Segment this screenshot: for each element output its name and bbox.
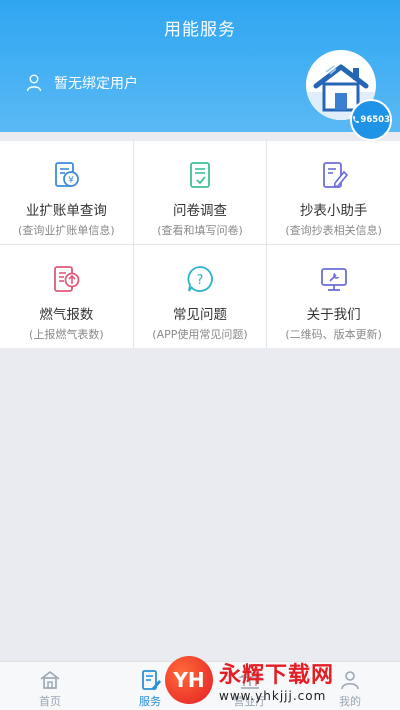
service-gas-report[interactable]: 燃气报数 (上报燃气表数) xyxy=(0,245,133,348)
service-meter-reading[interactable]: 抄表小助手 (查询抄表相关信息) xyxy=(267,141,400,244)
site-watermark: YH 永辉下载网 www.yhkjjj.com xyxy=(165,650,390,710)
service-title: 燃气报数 xyxy=(39,307,94,323)
service-subtitle: (查询抄表相关信息) xyxy=(285,224,382,237)
service-about[interactable]: 关于我们 (二维码、版本更新) xyxy=(267,245,400,348)
service-subtitle: (查看和填写问卷) xyxy=(157,224,243,237)
service-business-bill[interactable]: ¥ 业扩账单查询 (查询业扩账单信息) xyxy=(0,141,133,244)
service-subtitle: (APP使用常见问题) xyxy=(152,328,248,341)
user-status-label: 暂无绑定用户 xyxy=(54,76,138,92)
faq-icon: ? xyxy=(185,264,215,294)
bill-icon: ¥ xyxy=(51,160,81,190)
service-subtitle: (二维码、版本更新) xyxy=(285,328,382,341)
service-survey[interactable]: 问卷调查 (查看和填写问卷) xyxy=(133,141,267,244)
svg-text:¥: ¥ xyxy=(68,176,74,186)
svg-text:?: ? xyxy=(197,273,204,288)
service-title: 关于我们 xyxy=(306,307,361,323)
header-banner: 用能服务 暂无绑定用户 96503 xyxy=(0,0,400,141)
service-title: 业扩账单查询 xyxy=(25,203,107,219)
hotline-button[interactable]: 96503 xyxy=(350,99,392,141)
tab-label: 服务 xyxy=(139,695,161,708)
gas-report-icon xyxy=(51,264,81,294)
watermark-text: 永辉下载网 www.yhkjjj.com xyxy=(219,657,334,703)
tab-home[interactable]: 首页 xyxy=(0,662,100,710)
service-subtitle: (上报燃气表数) xyxy=(29,328,104,341)
bind-user-row[interactable]: 暂无绑定用户 xyxy=(26,73,138,93)
survey-icon xyxy=(185,160,215,190)
service-title: 常见问题 xyxy=(172,307,227,323)
hotline-number: 96503 xyxy=(360,115,390,125)
service-subtitle: (查询业扩账单信息) xyxy=(18,224,115,237)
watermark-url: www.yhkjjj.com xyxy=(219,689,327,703)
about-icon xyxy=(319,264,349,294)
service-title: 问卷调查 xyxy=(172,203,227,219)
service-grid: ¥ 业扩账单查询 (查询业扩账单信息) 问卷调查 (查看和填写问卷) 抄表小助手… xyxy=(0,141,400,348)
service-faq[interactable]: ? 常见问题 (APP使用常见问题) xyxy=(133,245,267,348)
meter-reading-icon xyxy=(319,160,349,190)
service-title: 抄表小助手 xyxy=(299,203,368,219)
service-icon xyxy=(142,670,161,690)
page-title: 用能服务 xyxy=(164,20,236,40)
watermark-name: 永辉下载网 xyxy=(219,663,335,688)
watermark-logo: YH xyxy=(165,656,213,704)
tab-label: 首页 xyxy=(39,695,61,708)
user-icon xyxy=(26,74,42,92)
phone-icon xyxy=(353,116,359,123)
home-icon xyxy=(40,670,60,689)
